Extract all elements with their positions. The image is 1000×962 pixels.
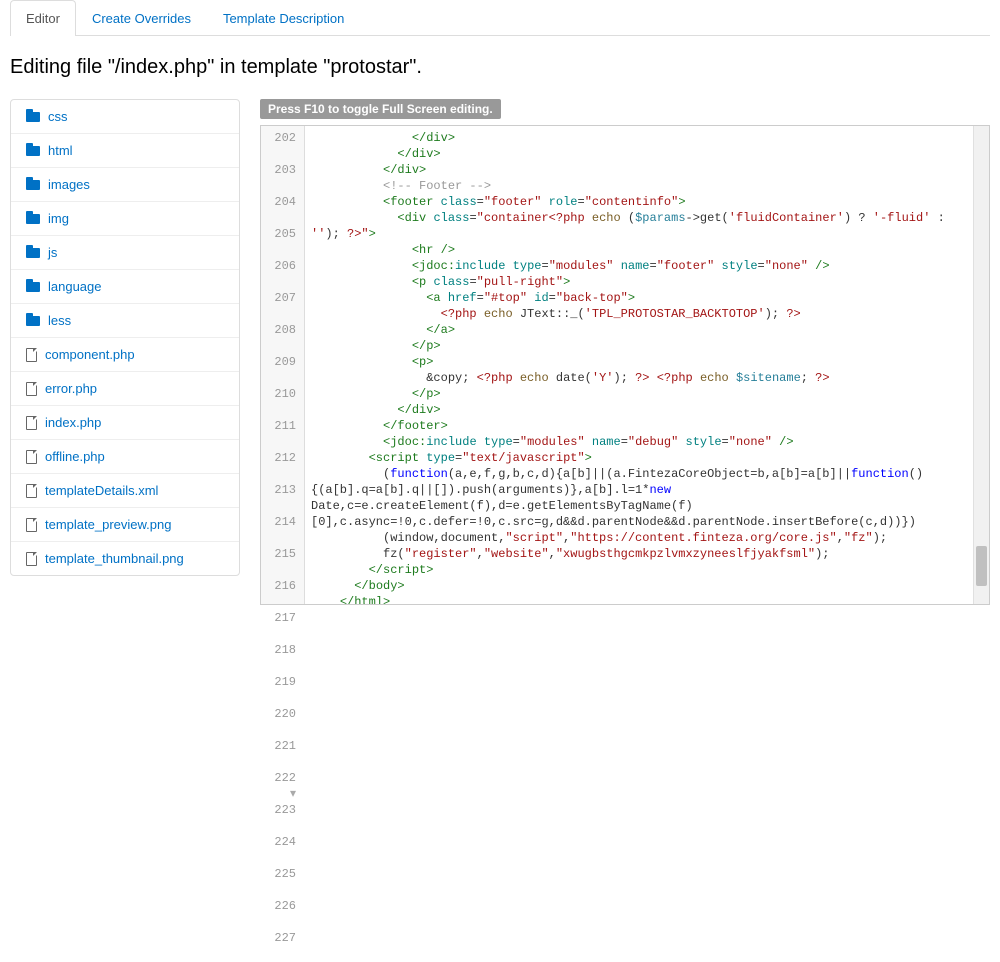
file-item-error-php[interactable]: error.php	[11, 372, 239, 406]
file-item-template-preview-png[interactable]: template_preview.png	[11, 508, 239, 542]
file-item-template-thumbnail-png[interactable]: template_thumbnail.png	[11, 542, 239, 575]
tree-item-label: language	[48, 279, 102, 294]
folder-icon	[26, 247, 40, 258]
folder-icon	[26, 213, 40, 224]
tree-item-label: offline.php	[45, 449, 105, 464]
line-gutter: 202 203 204 205 206 207 208 209 210 211 …	[261, 126, 305, 604]
tree-item-label: img	[48, 211, 69, 226]
file-item-component-php[interactable]: component.php	[11, 338, 239, 372]
file-icon	[26, 382, 37, 396]
tab-editor[interactable]: Editor	[10, 0, 76, 36]
folder-item-language[interactable]: language	[11, 270, 239, 304]
vertical-scrollbar[interactable]	[973, 126, 989, 604]
tab-label: Editor	[26, 11, 60, 26]
file-icon	[26, 348, 37, 362]
file-icon	[26, 518, 37, 532]
page-title: Editing file "/index.php" in template "p…	[10, 56, 990, 79]
scrollbar-thumb[interactable]	[976, 546, 987, 586]
tree-item-label: template_thumbnail.png	[45, 551, 184, 566]
file-item-index-php[interactable]: index.php	[11, 406, 239, 440]
tree-item-label: index.php	[45, 415, 101, 430]
tree-item-label: template_preview.png	[45, 517, 171, 532]
folder-item-img[interactable]: img	[11, 202, 239, 236]
fullscreen-hint: Press F10 to toggle Full Screen editing.	[260, 99, 501, 119]
tab-template-description[interactable]: Template Description	[207, 0, 360, 36]
tree-item-label: templateDetails.xml	[45, 483, 158, 498]
tree-item-label: error.php	[45, 381, 97, 396]
file-item-offline-php[interactable]: offline.php	[11, 440, 239, 474]
tree-item-label: less	[48, 313, 71, 328]
folder-icon	[26, 281, 40, 292]
folder-icon	[26, 179, 40, 190]
tabs: Editor Create Overrides Template Descrip…	[10, 0, 990, 36]
tab-label: Create Overrides	[92, 11, 191, 26]
file-item-templatedetails-xml[interactable]: templateDetails.xml	[11, 474, 239, 508]
folder-item-js[interactable]: js	[11, 236, 239, 270]
tree-item-label: js	[48, 245, 57, 260]
folder-item-html[interactable]: html	[11, 134, 239, 168]
file-icon	[26, 552, 37, 566]
file-icon	[26, 450, 37, 464]
tab-label: Template Description	[223, 11, 344, 26]
code-area[interactable]: </div> </div> </div> <!-- Footer --> <fo…	[305, 126, 973, 604]
tree-item-label: html	[48, 143, 73, 158]
tab-create-overrides[interactable]: Create Overrides	[76, 0, 207, 36]
folder-item-css[interactable]: css	[11, 100, 239, 134]
file-icon	[26, 484, 37, 498]
folder-icon	[26, 111, 40, 122]
folder-item-less[interactable]: less	[11, 304, 239, 338]
file-icon	[26, 416, 37, 430]
file-tree: css html images img js language less component.…	[10, 99, 240, 576]
tree-item-label: component.php	[45, 347, 135, 362]
folder-icon	[26, 315, 40, 326]
code-editor[interactable]: 202 203 204 205 206 207 208 209 210 211 …	[260, 125, 990, 605]
folder-item-images[interactable]: images	[11, 168, 239, 202]
tree-item-label: images	[48, 177, 90, 192]
tree-item-label: css	[48, 109, 68, 124]
folder-icon	[26, 145, 40, 156]
